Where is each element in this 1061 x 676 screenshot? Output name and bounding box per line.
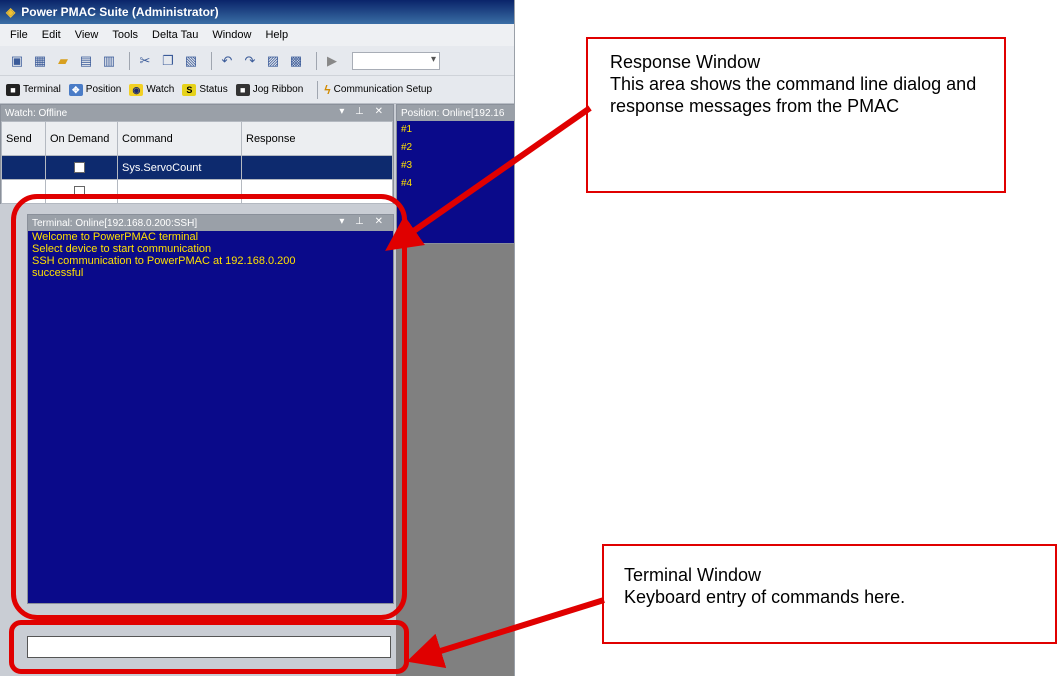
title-bar: ◈ Power PMAC Suite (Administrator) xyxy=(0,0,514,24)
response-callout-title: Response Window xyxy=(610,52,761,72)
terminal-window-highlight xyxy=(9,620,409,674)
panel-controls[interactable]: ▾ ⊥ ✕ xyxy=(339,106,387,117)
toolbar-separator xyxy=(129,51,130,70)
position-button-label: Position xyxy=(85,84,122,95)
bookmark-icon[interactable]: ▩ xyxy=(287,52,305,70)
table-row[interactable]: Sys.ServoCount xyxy=(1,155,393,180)
window-toolbar: ■ Terminal ✥ Position ◉ Watch S Status ■… xyxy=(0,76,514,104)
menu-view[interactable]: View xyxy=(75,29,99,41)
terminal-callout-title: Terminal Window xyxy=(624,565,762,585)
navigate-icon[interactable]: ▨ xyxy=(264,52,282,70)
column-response[interactable]: Response xyxy=(241,121,393,156)
column-on-demand[interactable]: On Demand xyxy=(45,121,118,156)
terminal-callout-text: Keyboard entry of commands here. xyxy=(624,587,906,607)
position-icon: ✥ xyxy=(68,83,83,96)
position-panel-title: Position: Online[192.16 xyxy=(401,107,505,119)
menu-window[interactable]: Window xyxy=(212,29,251,41)
toolbar-separator xyxy=(211,51,212,70)
redo-icon[interactable]: ↷ xyxy=(241,52,259,70)
position-panel-header: Position: Online[192.16 xyxy=(397,105,514,121)
menu-delta-tau[interactable]: Delta Tau xyxy=(152,29,198,41)
watch-panel-title: Watch: Offline xyxy=(5,107,68,119)
send-cell[interactable] xyxy=(1,155,46,180)
command-cell[interactable]: Sys.ServoCount xyxy=(117,155,242,180)
toolbar-separator xyxy=(316,51,317,70)
add-item-icon[interactable]: ▦ xyxy=(31,52,49,70)
paste-icon[interactable]: ▧ xyxy=(182,52,200,70)
menu-bar: File Edit View Tools Delta Tau Window He… xyxy=(0,24,514,46)
empty-document-area xyxy=(396,244,514,676)
position-panel: Position: Online[192.16 #1 #2 #3 #4 xyxy=(396,104,514,244)
undo-icon[interactable]: ↶ xyxy=(218,52,236,70)
open-folder-icon[interactable]: ▰ xyxy=(54,52,72,70)
save-all-icon[interactable]: ▥ xyxy=(100,52,118,70)
motor-position-line: #2 xyxy=(401,142,413,153)
cut-icon[interactable]: ✂ xyxy=(136,52,154,70)
watch-button[interactable]: ◉ Watch xyxy=(129,83,175,96)
on-demand-checkbox[interactable] xyxy=(74,162,85,174)
communication-setup-button[interactable]: ϟ Communication Setup xyxy=(324,84,432,96)
copy-icon[interactable]: ❐ xyxy=(159,52,177,70)
status-button[interactable]: S Status xyxy=(182,83,228,96)
watch-panel: Watch: Offline ▾ ⊥ ✕ Send On Demand Comm… xyxy=(0,104,394,204)
watch-icon: ◉ xyxy=(129,83,144,96)
run-icon[interactable]: ▶ xyxy=(323,52,341,70)
motor-position-line: #3 xyxy=(401,160,413,171)
jog-ribbon-button[interactable]: ■ Jog Ribbon xyxy=(235,83,304,96)
terminal-icon: ■ xyxy=(6,83,20,96)
terminal-callout: Terminal Window Keyboard entry of comman… xyxy=(602,544,1057,644)
new-project-icon[interactable]: ▣ xyxy=(8,52,26,70)
status-button-label: Status xyxy=(199,84,228,95)
motor-position-line: #1 xyxy=(401,124,413,135)
watch-panel-header: Watch: Offline ▾ ⊥ ✕ xyxy=(1,105,393,121)
main-toolbar: ▣ ▦ ▰ ▤ ▥ ✂ ❐ ▧ ↶ ↷ ▨ ▩ ▶ xyxy=(0,46,514,76)
toolbar-separator xyxy=(317,80,319,99)
jog-ribbon-button-label: Jog Ribbon xyxy=(252,84,304,95)
window-title: Power PMAC Suite (Administrator) xyxy=(21,5,219,19)
menu-tools[interactable]: Tools xyxy=(112,29,138,41)
jog-icon: ■ xyxy=(235,83,250,96)
app-logo-icon: ◈ xyxy=(6,5,16,19)
response-callout-text: This area shows the command line dialog … xyxy=(610,74,977,116)
menu-file[interactable]: File xyxy=(10,29,28,41)
terminal-button-label: Terminal xyxy=(23,84,61,95)
response-window-highlight xyxy=(11,194,407,620)
watch-table: Send On Demand Command Response Sys.Serv… xyxy=(1,121,393,204)
response-callout: Response Window This area shows the comm… xyxy=(586,37,1006,193)
configuration-dropdown[interactable] xyxy=(352,51,440,70)
motor-position-line: #4 xyxy=(401,178,413,189)
on-demand-cell[interactable] xyxy=(45,155,118,180)
status-icon: S xyxy=(182,83,197,96)
terminal-button[interactable]: ■ Terminal xyxy=(6,83,61,96)
save-icon[interactable]: ▤ xyxy=(77,52,95,70)
watch-button-label: Watch xyxy=(146,84,175,95)
menu-help[interactable]: Help xyxy=(265,29,288,41)
communication-setup-label: Communication Setup xyxy=(333,84,433,95)
column-send[interactable]: Send xyxy=(1,121,46,156)
position-button[interactable]: ✥ Position xyxy=(68,83,122,96)
menu-edit[interactable]: Edit xyxy=(42,29,61,41)
response-cell xyxy=(241,155,393,180)
communication-icon: ϟ xyxy=(324,82,331,97)
column-command[interactable]: Command xyxy=(117,121,242,156)
